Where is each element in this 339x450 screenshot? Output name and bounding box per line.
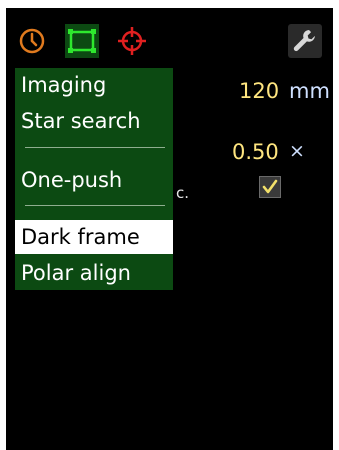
- crosshair-icon: [118, 27, 146, 55]
- app-screen: 120 mm 0.50 × c. Imaging Star search One…: [6, 8, 333, 450]
- focal-length-unit: mm: [289, 79, 330, 103]
- partial-setting-label: c.: [176, 184, 190, 202]
- wrench-icon: [293, 30, 315, 52]
- clock-icon: [19, 28, 45, 54]
- frame-icon: [68, 29, 96, 53]
- menu-item-polar-align[interactable]: Polar align: [15, 256, 173, 290]
- menu-divider: [25, 205, 165, 206]
- checkmark-icon: [262, 179, 278, 194]
- ratio-value[interactable]: 0.50: [232, 140, 279, 164]
- menu-item-dark-frame[interactable]: Dark frame: [15, 220, 173, 254]
- crosshair-button[interactable]: [115, 24, 149, 58]
- frame-button[interactable]: [65, 24, 99, 58]
- menu-item-imaging[interactable]: Imaging: [15, 68, 173, 102]
- mode-dropdown-menu: Imaging Star search One-push Dark frame …: [15, 68, 173, 290]
- clock-button[interactable]: [15, 24, 49, 58]
- focal-length-value[interactable]: 120: [239, 79, 279, 103]
- ratio-unit: ×: [289, 140, 305, 162]
- menu-item-one-push[interactable]: One-push: [15, 163, 173, 197]
- option-checkbox[interactable]: [259, 176, 281, 198]
- settings-button[interactable]: [288, 24, 322, 58]
- menu-item-star-search[interactable]: Star search: [15, 104, 173, 138]
- menu-divider: [25, 147, 165, 148]
